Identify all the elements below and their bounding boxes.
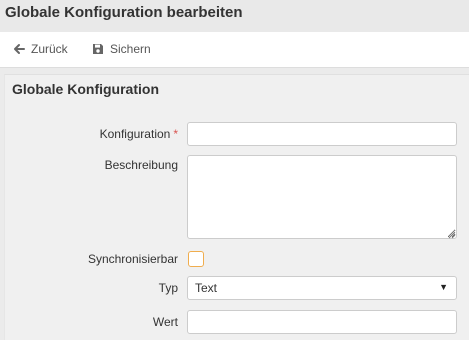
save-button[interactable]: Sichern bbox=[92, 32, 151, 66]
form-title: Globale Konfiguration bbox=[12, 81, 159, 97]
save-button-label: Sichern bbox=[110, 42, 151, 56]
arrow-left-icon bbox=[14, 44, 25, 54]
synchronisierbar-checkbox[interactable] bbox=[188, 251, 204, 267]
form-panel: Globale Konfiguration Konfiguration * Bes… bbox=[4, 74, 469, 340]
konfiguration-label: Konfiguration * bbox=[8, 127, 178, 141]
required-marker: * bbox=[173, 127, 178, 141]
back-button[interactable]: Zurück bbox=[13, 32, 68, 66]
konfiguration-label-text: Konfiguration bbox=[99, 127, 171, 141]
floppy-disk-icon bbox=[93, 44, 103, 54]
konfiguration-input[interactable] bbox=[187, 122, 457, 146]
beschreibung-textarea[interactable] bbox=[187, 155, 457, 239]
synchronisierbar-label: Synchronisierbar bbox=[87, 252, 178, 266]
wert-input[interactable] bbox=[187, 310, 457, 334]
back-button-label: Zurück bbox=[31, 42, 68, 56]
toolbar: Zurück Sichern bbox=[0, 32, 469, 68]
typ-select[interactable]: Text ▼ bbox=[187, 276, 457, 300]
caret-down-icon: ▼ bbox=[439, 282, 448, 292]
wert-label: Wert bbox=[152, 315, 178, 329]
beschreibung-label: Beschreibung bbox=[104, 158, 178, 172]
typ-selected-value: Text bbox=[195, 281, 218, 295]
page-header: Globale Konfiguration bearbeiten bbox=[0, 0, 469, 32]
beschreibung-wrapper bbox=[187, 155, 457, 240]
page-title: Globale Konfiguration bearbeiten bbox=[5, 4, 243, 21]
typ-label: Typ bbox=[158, 281, 178, 295]
